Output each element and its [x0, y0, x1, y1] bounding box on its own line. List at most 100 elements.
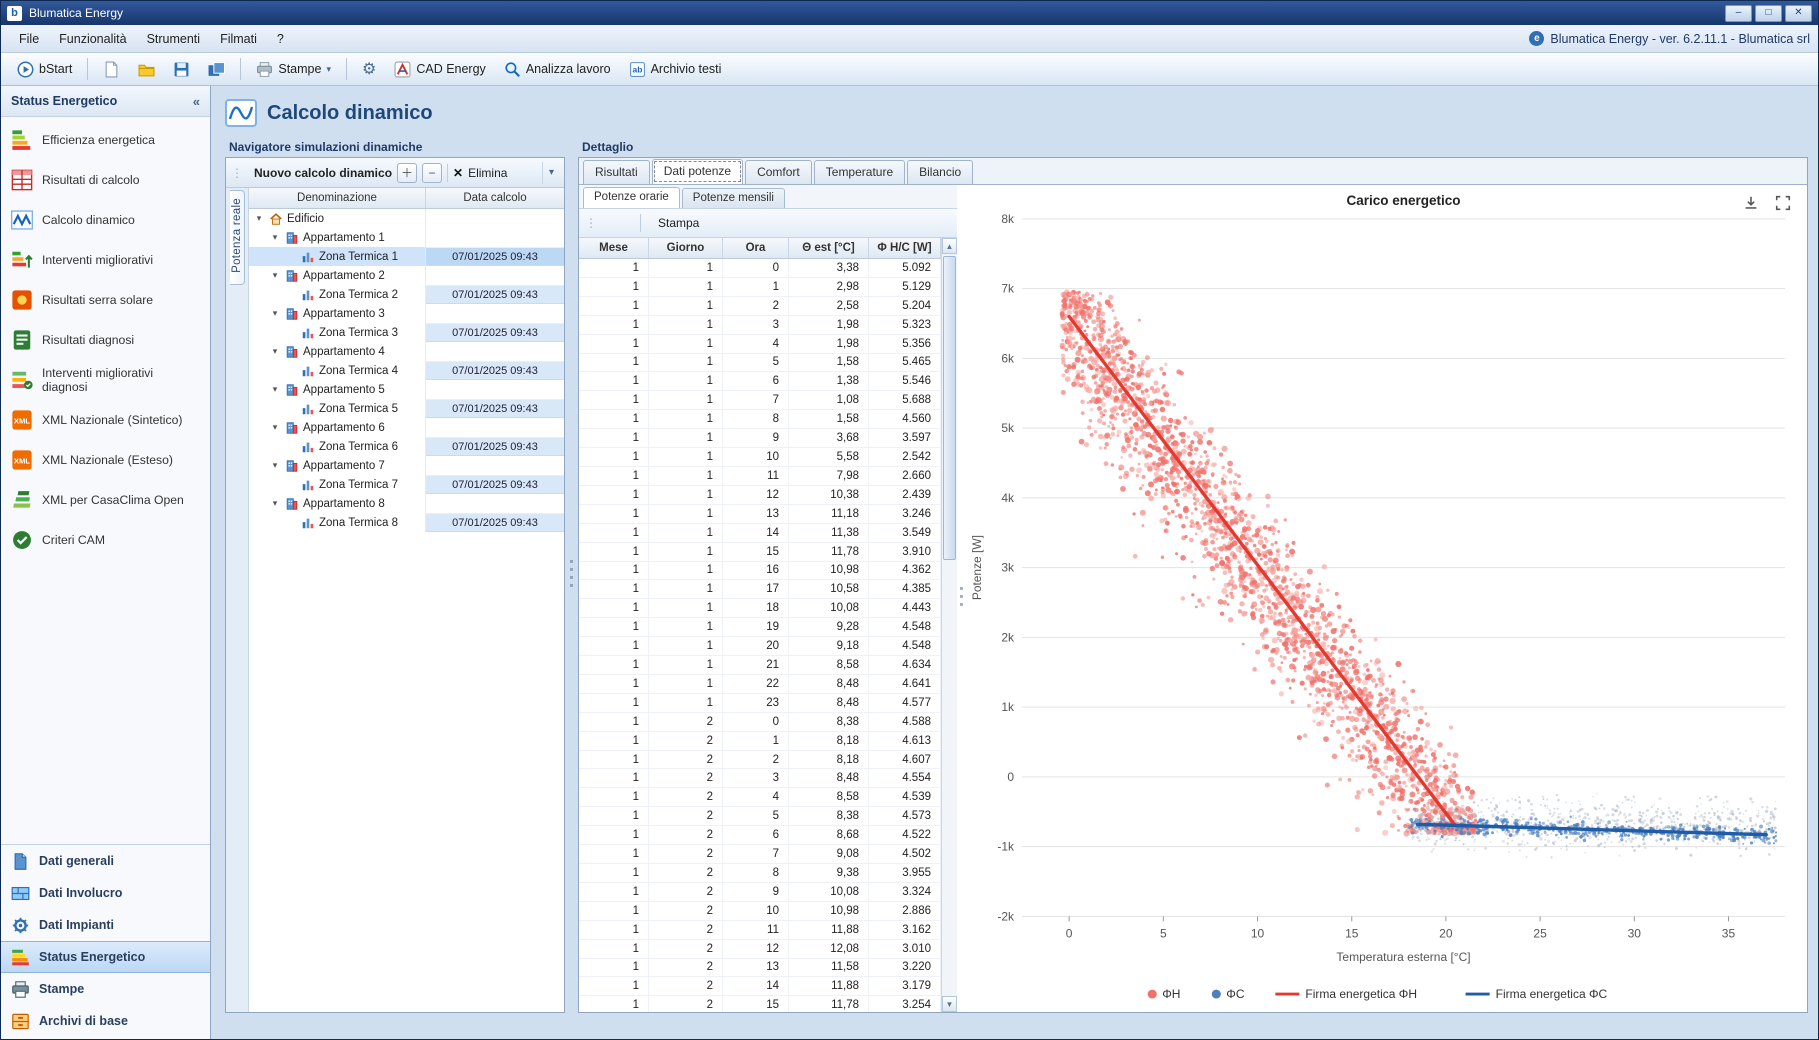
table-row[interactable]: 111311,183.246 — [579, 505, 941, 524]
chart-download-icon[interactable] — [1741, 193, 1761, 213]
table-row[interactable]: 1279,084.502 — [579, 845, 941, 864]
tree-row[interactable]: ▾Appartamento 2 — [249, 266, 564, 285]
new-button[interactable] — [95, 56, 128, 83]
table-row[interactable]: 1208,384.588 — [579, 713, 941, 732]
tree-expand-icon[interactable]: ▾ — [269, 308, 281, 319]
navigator-dropdown-icon[interactable]: ▾ — [542, 162, 560, 184]
tree-row[interactable]: ▾Appartamento 7 — [249, 456, 564, 475]
table-row[interactable]: 111511,783.910 — [579, 543, 941, 562]
tree-expand-icon[interactable]: ▾ — [269, 422, 281, 433]
tree-row[interactable]: ▾Appartamento 3 — [249, 304, 564, 323]
table-row[interactable]: 1218,184.613 — [579, 732, 941, 751]
sidebar-collapse-icon[interactable]: « — [193, 94, 200, 109]
tree-expand-icon[interactable]: ▾ — [269, 346, 281, 357]
collapse-all-button[interactable]: − — [422, 163, 442, 183]
tree-expand-icon[interactable]: ▾ — [253, 213, 265, 224]
table-row[interactable]: 11218,584.634 — [579, 656, 941, 675]
tree-expand-icon[interactable]: ▾ — [269, 460, 281, 471]
table-row[interactable]: 1112,985.129 — [579, 278, 941, 297]
table-col-header[interactable]: Giorno — [649, 238, 723, 258]
table-row[interactable]: 121010,982.886 — [579, 902, 941, 921]
table-col-header[interactable]: Φ H/C [W] — [869, 238, 941, 258]
table-row[interactable]: 1122,585.204 — [579, 297, 941, 316]
tree-row[interactable]: Zona Termica 607/01/2025 09:43 — [249, 437, 564, 456]
sidebar-item-interventi-migliorativi-diagnosi[interactable]: Interventi migliorativi diagnosi — [1, 360, 210, 400]
tree-row[interactable]: Zona Termica 707/01/2025 09:43 — [249, 475, 564, 494]
table-row[interactable]: 121511,783.254 — [579, 996, 941, 1012]
table-export-button[interactable] — [622, 219, 634, 227]
tree-row[interactable]: ▾Appartamento 5 — [249, 380, 564, 399]
new-dynamic-calc-button[interactable]: Nuovo calcolo dinamico — [249, 166, 392, 180]
table-row[interactable]: 11105,582.542 — [579, 448, 941, 467]
tree-col-data-calcolo[interactable]: Data calcolo — [426, 188, 564, 208]
table-row[interactable]: 1258,384.573 — [579, 807, 941, 826]
tree-row[interactable]: Zona Termica 107/01/2025 09:43 — [249, 247, 564, 266]
navigator-dettaglio-splitter[interactable] — [565, 136, 578, 1013]
scroll-track[interactable] — [942, 254, 957, 996]
sidebar-item-risultati-di-calcolo[interactable]: Risultati di calcolo — [1, 160, 210, 200]
table-row[interactable]: 1228,184.607 — [579, 751, 941, 770]
tree-row[interactable]: Zona Termica 407/01/2025 09:43 — [249, 361, 564, 380]
tree-col-denominazione[interactable]: Denominazione — [249, 188, 426, 208]
subtab-potenze-mensili[interactable]: Potenze mensili — [682, 188, 785, 208]
tree-expand-icon[interactable]: ▾ — [269, 270, 281, 281]
expand-all-button[interactable]: ＋ — [397, 163, 417, 183]
table-chart-splitter[interactable] — [957, 185, 966, 1012]
tree-row[interactable]: Zona Termica 207/01/2025 09:43 — [249, 285, 564, 304]
table-row[interactable]: 12910,083.324 — [579, 883, 941, 902]
save-all-button[interactable] — [200, 56, 233, 83]
nav-item-archivi-di-base[interactable]: Archivi di base — [1, 1005, 210, 1037]
archivio-testi-button[interactable]: abArchivio testi — [621, 56, 730, 83]
table-row[interactable]: 1141,985.356 — [579, 335, 941, 354]
table-row[interactable]: 1268,684.522 — [579, 826, 941, 845]
stampe-button[interactable]: Stampe▾ — [248, 56, 339, 83]
nav-item-dati-involucro[interactable]: Dati Involucro — [1, 877, 210, 909]
tree-row[interactable]: ▾Appartamento 6 — [249, 418, 564, 437]
side-tab-potenza-reale[interactable]: Potenza reale — [230, 190, 245, 285]
nav-item-dati-generali[interactable]: Dati generali — [1, 845, 210, 877]
chart-fullscreen-icon[interactable] — [1773, 193, 1793, 213]
tree-row[interactable]: ▾Edificio — [249, 209, 564, 228]
table-row[interactable]: 121411,883.179 — [579, 977, 941, 996]
menu-file[interactable]: File — [9, 27, 49, 51]
tree-row[interactable]: Zona Termica 807/01/2025 09:43 — [249, 513, 564, 532]
scroll-thumb[interactable] — [943, 256, 956, 560]
tab-temperature[interactable]: Temperature — [814, 160, 905, 184]
table-row[interactable]: 1238,484.554 — [579, 769, 941, 788]
sidebar-item-xml-nazionale-esteso-[interactable]: XMLXML Nazionale (Esteso) — [1, 440, 210, 480]
maximize-button[interactable]: □ — [1755, 5, 1782, 22]
sidebar-item-xml-per-casaclima-open[interactable]: XML per CasaClima Open — [1, 480, 210, 520]
tree-expand-icon[interactable]: ▾ — [269, 498, 281, 509]
table-row[interactable]: 1171,085.688 — [579, 391, 941, 410]
scroll-down-icon[interactable]: ▼ — [942, 996, 957, 1012]
table-row[interactable]: 1151,585.465 — [579, 354, 941, 373]
table-row[interactable]: 1193,683.597 — [579, 429, 941, 448]
cad-energy-button[interactable]: CAD Energy — [386, 56, 493, 83]
tree-expand-icon[interactable]: ▾ — [269, 232, 281, 243]
sidebar-item-criteri-cam[interactable]: Criteri CAM — [1, 520, 210, 560]
bstart-button[interactable]: bStart — [9, 56, 80, 83]
table-row[interactable]: 1289,383.955 — [579, 864, 941, 883]
sidebar-item-risultati-serra-solare[interactable]: Risultati serra solare — [1, 280, 210, 320]
table-row[interactable]: 11228,484.641 — [579, 675, 941, 694]
delete-button[interactable]: ✕ Elimina — [453, 166, 507, 180]
menu-strumenti[interactable]: Strumenti — [137, 27, 211, 51]
subtab-potenze-orarie[interactable]: Potenze orarie — [583, 187, 680, 208]
table-row[interactable]: 121111,883.162 — [579, 921, 941, 940]
sidebar-item-interventi-migliorativi[interactable]: Interventi migliorativi — [1, 240, 210, 280]
table-row[interactable]: 11117,982.660 — [579, 467, 941, 486]
scroll-up-icon[interactable]: ▲ — [942, 238, 957, 254]
open-button[interactable] — [130, 56, 163, 83]
table-row[interactable]: 111411,383.549 — [579, 524, 941, 543]
table-row[interactable]: 111710,584.385 — [579, 580, 941, 599]
minimize-button[interactable]: – — [1725, 5, 1752, 22]
close-button[interactable]: ✕ — [1785, 5, 1812, 22]
tree-row[interactable]: ▾Appartamento 4 — [249, 342, 564, 361]
table-row[interactable]: 1181,584.560 — [579, 410, 941, 429]
save-button[interactable] — [165, 56, 198, 83]
table-row[interactable]: 1131,985.323 — [579, 316, 941, 335]
tree-row[interactable]: ▾Appartamento 1 — [249, 228, 564, 247]
table-row[interactable]: 1103,385.092 — [579, 259, 941, 278]
table-row[interactable]: 111210,382.439 — [579, 486, 941, 505]
nav-item-status-energetico[interactable]: Status Energetico — [1, 941, 210, 973]
